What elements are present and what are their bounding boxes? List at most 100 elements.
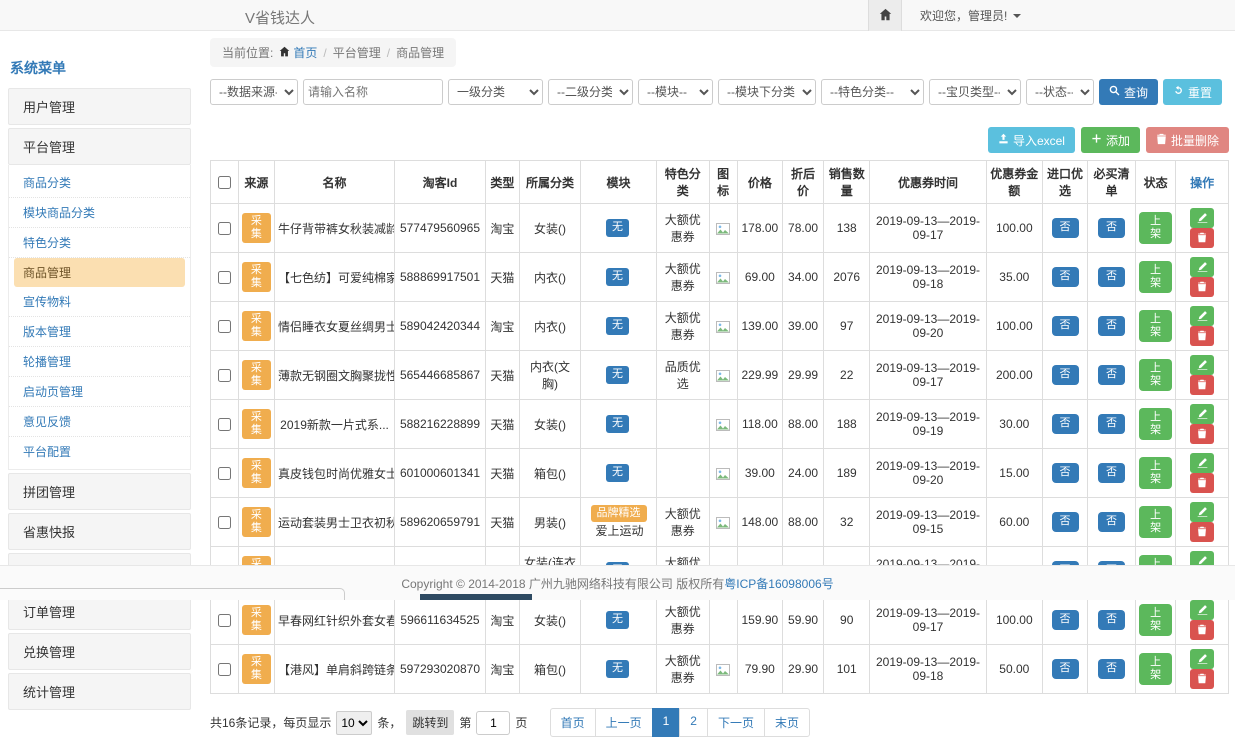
must-buy-toggle[interactable]: 否 [1098, 267, 1125, 286]
pager-page-1[interactable]: 1 [652, 708, 681, 737]
row-checkbox[interactable] [218, 222, 231, 235]
delete-button[interactable] [1190, 424, 1214, 444]
delete-button[interactable] [1190, 620, 1214, 640]
page-number-input[interactable] [476, 711, 510, 735]
status-badge[interactable]: 上架 [1139, 359, 1172, 391]
sidebar-item-module-product-category[interactable]: 模块商品分类 [9, 198, 190, 228]
must-buy-toggle[interactable]: 否 [1098, 512, 1125, 531]
sidebar-item-exchange-management[interactable]: 兑换管理 [8, 633, 191, 670]
edit-button[interactable] [1190, 600, 1214, 620]
import-select-toggle[interactable]: 否 [1052, 659, 1079, 678]
import-select-toggle[interactable]: 否 [1052, 463, 1079, 482]
home-button[interactable] [868, 0, 902, 31]
edit-button[interactable] [1190, 649, 1214, 669]
module-select[interactable]: --模块-- [638, 79, 713, 105]
per-page-select[interactable]: 10 [336, 711, 372, 735]
search-button[interactable]: 查询 [1099, 79, 1158, 105]
status-select[interactable]: --状态-- [1026, 79, 1094, 105]
edit-button[interactable] [1190, 208, 1214, 228]
status-badge[interactable]: 上架 [1139, 261, 1172, 293]
import-select-toggle[interactable]: 否 [1052, 512, 1079, 531]
row-checkbox[interactable] [218, 369, 231, 382]
sidebar-item-platform-config[interactable]: 平台配置 [9, 437, 190, 466]
pager-last[interactable]: 末页 [764, 708, 810, 737]
sidebar-item-splash-management[interactable]: 启动页管理 [9, 377, 190, 407]
must-buy-toggle[interactable]: 否 [1098, 414, 1125, 433]
edit-button[interactable] [1190, 502, 1214, 522]
sidebar-item-version-management[interactable]: 版本管理 [9, 317, 190, 347]
row-checkbox[interactable] [218, 320, 231, 333]
edit-button[interactable] [1190, 257, 1214, 277]
row-checkbox[interactable] [218, 516, 231, 529]
sidebar-item-stats-management[interactable]: 统计管理 [8, 673, 191, 710]
level1-category-select[interactable]: 一级分类 [448, 79, 543, 105]
status-badge[interactable]: 上架 [1139, 457, 1172, 489]
must-buy-toggle[interactable]: 否 [1098, 218, 1125, 237]
pager-page-2[interactable]: 2 [679, 708, 708, 737]
status-badge[interactable]: 上架 [1139, 604, 1172, 636]
import-select-toggle[interactable]: 否 [1052, 218, 1079, 237]
feature-category-select[interactable]: --特色分类-- [821, 79, 924, 105]
import-select-toggle[interactable]: 否 [1052, 365, 1079, 384]
status-badge[interactable]: 上架 [1139, 212, 1172, 244]
delete-button[interactable] [1190, 228, 1214, 248]
must-buy-toggle[interactable]: 否 [1098, 610, 1125, 629]
sidebar-item-carousel-management[interactable]: 轮播管理 [9, 347, 190, 377]
sidebar-item-product-management[interactable]: 商品管理 [14, 258, 185, 287]
sidebar-item-user-management[interactable]: 用户管理 [8, 88, 191, 125]
edit-button[interactable] [1190, 306, 1214, 326]
user-menu[interactable]: 欢迎您，管理员! [920, 7, 1021, 24]
select-all-checkbox[interactable] [218, 176, 231, 189]
row-checkbox[interactable] [218, 614, 231, 627]
delete-button[interactable] [1190, 473, 1214, 493]
status-badge[interactable]: 上架 [1139, 408, 1172, 440]
sidebar-item-product-category[interactable]: 商品分类 [9, 168, 190, 198]
import-select-toggle[interactable]: 否 [1052, 267, 1079, 286]
breadcrumb-home-link[interactable]: 首页 [279, 44, 317, 61]
icp-link[interactable]: 粤ICP备16098006号 [724, 575, 833, 592]
sidebar-item-feature-category[interactable]: 特色分类 [9, 228, 190, 258]
pager-first[interactable]: 首页 [550, 708, 596, 737]
pager-prev[interactable]: 上一页 [595, 708, 653, 737]
import-select-toggle[interactable]: 否 [1052, 610, 1079, 629]
breadcrumb-product[interactable]: 商品管理 [396, 44, 444, 61]
reset-button[interactable]: 重置 [1163, 79, 1222, 105]
add-button[interactable]: 添加 [1081, 127, 1140, 153]
jump-button[interactable]: 跳转到 [406, 710, 454, 735]
sidebar-item-platform-management[interactable]: 平台管理 [8, 128, 191, 165]
row-checkbox[interactable] [218, 271, 231, 284]
level2-category-select[interactable]: --二级分类-- [548, 79, 633, 105]
status-badge[interactable]: 上架 [1139, 310, 1172, 342]
breadcrumb-platform[interactable]: 平台管理 [333, 44, 381, 61]
edit-button[interactable] [1190, 404, 1214, 424]
delete-button[interactable] [1190, 375, 1214, 395]
must-buy-toggle[interactable]: 否 [1098, 463, 1125, 482]
must-buy-toggle[interactable]: 否 [1098, 659, 1125, 678]
row-checkbox[interactable] [218, 418, 231, 431]
sidebar-item-feedback[interactable]: 意见反馈 [9, 407, 190, 437]
row-checkbox[interactable] [218, 467, 231, 480]
delete-button[interactable] [1190, 669, 1214, 689]
data-source-select[interactable]: --数据来源-- [210, 79, 298, 105]
edit-button[interactable] [1190, 453, 1214, 473]
batch-delete-button[interactable]: 批量删除 [1146, 127, 1229, 153]
sidebar-item-express-news[interactable]: 省惠快报 [8, 513, 191, 550]
status-badge[interactable]: 上架 [1139, 653, 1172, 685]
name-search-input[interactable] [303, 79, 443, 105]
row-checkbox[interactable] [218, 663, 231, 676]
pager-next[interactable]: 下一页 [707, 708, 765, 737]
delete-button[interactable] [1190, 277, 1214, 297]
delete-button[interactable] [1190, 326, 1214, 346]
sidebar-item-group-buy[interactable]: 拼团管理 [8, 473, 191, 510]
import-select-toggle[interactable]: 否 [1052, 414, 1079, 433]
sidebar-item-promo-material[interactable]: 宣传物料 [9, 287, 190, 317]
must-buy-toggle[interactable]: 否 [1098, 316, 1125, 335]
must-buy-toggle[interactable]: 否 [1098, 365, 1125, 384]
status-badge[interactable]: 上架 [1139, 506, 1172, 538]
item-type-select[interactable]: --宝贝类型-- [929, 79, 1021, 105]
module-sub-category-select[interactable]: --模块下分类-- [718, 79, 816, 105]
import-excel-button[interactable]: 导入excel [988, 127, 1075, 153]
delete-button[interactable] [1190, 522, 1214, 542]
import-select-toggle[interactable]: 否 [1052, 316, 1079, 335]
edit-button[interactable] [1190, 355, 1214, 375]
